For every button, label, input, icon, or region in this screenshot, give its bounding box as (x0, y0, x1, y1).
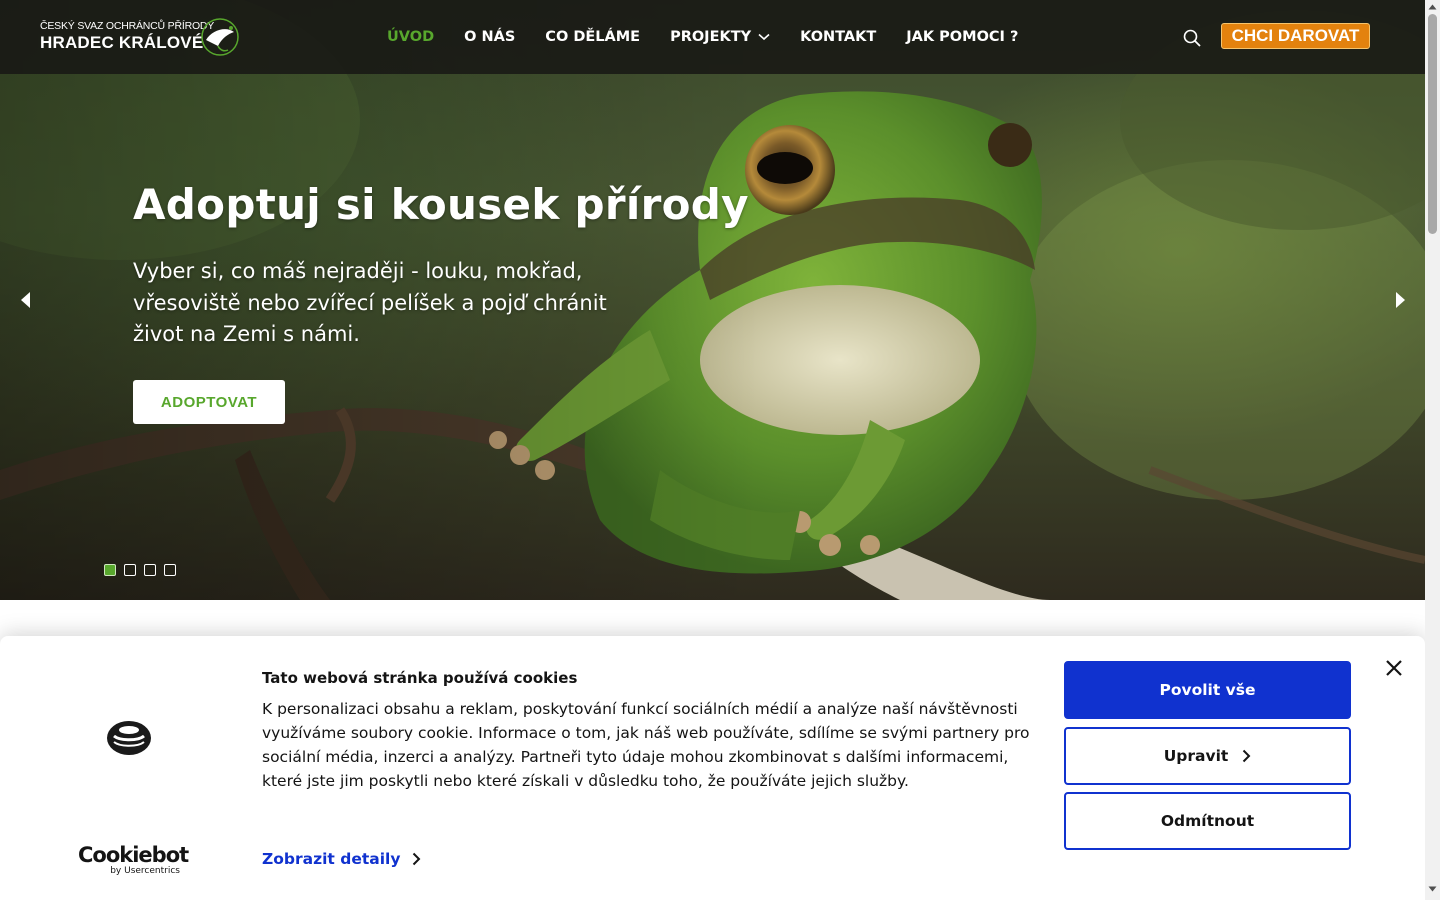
page-scrollbar[interactable] (1425, 0, 1440, 900)
slider-prev-button[interactable] (16, 288, 34, 312)
search-icon (1183, 29, 1201, 47)
cookie-allow-all-label: Povolit vše (1159, 681, 1256, 699)
cookiebot-logo-icon (107, 721, 151, 755)
nav-item-label: CO DĚLÁME (545, 29, 641, 45)
chevron-down-icon (758, 33, 770, 41)
adopt-button[interactable]: ADOPTOVAT (133, 380, 285, 424)
slider-dot-1[interactable] (104, 564, 116, 576)
chevron-right-icon (1243, 749, 1251, 763)
main-nav: ÚVOD O NÁS CO DĚLÁME PROJEKTY KONTAKT JA… (372, 0, 1033, 74)
scroll-up-icon[interactable] (1428, 4, 1437, 10)
chevron-right-icon (413, 852, 421, 866)
hero-text: Vyber si, co máš nejraději - louku, mokř… (133, 259, 607, 346)
cookie-title: Tato webová stránka používá cookies (262, 669, 578, 687)
page: Adoptuj si kousek přírody Vyber si, co m… (0, 0, 1425, 900)
nav-item-label: PROJEKTY (670, 29, 752, 45)
arrow-left-icon (21, 292, 30, 308)
slider-dot-2[interactable] (124, 564, 136, 576)
cookie-close-button[interactable] (1384, 658, 1404, 678)
cookie-allow-all-button[interactable]: Povolit vše (1064, 661, 1351, 719)
logo-line-1: ČESKÝ SVAZ OCHRÁNCŮ PŘÍRODY (40, 20, 215, 32)
nav-item-co-delame[interactable]: CO DĚLÁME (530, 29, 655, 45)
nav-item-uvod[interactable]: ÚVOD (372, 29, 449, 45)
nav-item-label: JAK POMOCI ? (906, 29, 1019, 45)
slider-dot-3[interactable] (144, 564, 156, 576)
nav-item-projekty[interactable]: PROJEKTY (655, 29, 785, 45)
cookie-deny-label: Odmítnout (1160, 812, 1255, 830)
scroll-down-icon[interactable] (1428, 886, 1437, 892)
close-icon (1386, 660, 1402, 676)
nav-item-o-nas[interactable]: O NÁS (449, 29, 530, 45)
cookie-details-label: Zobrazit detaily (262, 850, 401, 868)
cookie-edit-button[interactable]: Upravit (1064, 727, 1351, 785)
search-button[interactable] (1182, 28, 1202, 48)
cookiebot-brand[interactable]: Cookiebot by Usercentrics (78, 843, 189, 876)
cookiebot-brand-sub: by Usercentrics (110, 866, 180, 876)
site-logo[interactable]: ČESKÝ SVAZ OCHRÁNCŮ PŘÍRODY HRADEC KRÁLO… (40, 16, 242, 58)
nav-item-label: ÚVOD (387, 29, 435, 45)
cookie-deny-button[interactable]: Odmítnout (1064, 792, 1351, 850)
cookie-body: K personalizaci obsahu a reklam, poskyto… (262, 700, 1030, 790)
donate-button[interactable]: CHCI DAROVAT (1221, 23, 1370, 49)
slider-dots (104, 564, 176, 576)
nav-item-label: O NÁS (464, 29, 516, 45)
logo-line-2: HRADEC KRÁLOVÉ (40, 33, 204, 52)
nav-item-kontakt[interactable]: KONTAKT (785, 29, 891, 45)
hero-slider: Adoptuj si kousek přírody Vyber si, co m… (0, 0, 1425, 600)
hero-title: Adoptuj si kousek přírody (133, 180, 749, 229)
cookiebot-brand-name: Cookiebot (78, 843, 189, 867)
cookie-edit-label: Upravit (1163, 747, 1229, 765)
cookie-banner: Cookiebot by Usercentrics Tato webová st… (0, 636, 1425, 900)
slider-next-button[interactable] (1392, 288, 1410, 312)
nav-item-jak-pomoci[interactable]: JAK POMOCI ? (891, 29, 1033, 45)
nav-item-label: KONTAKT (800, 29, 877, 45)
slider-dot-4[interactable] (164, 564, 176, 576)
logo-emblem-icon (201, 18, 239, 56)
arrow-right-icon (1396, 292, 1405, 308)
cookie-details-link[interactable]: Zobrazit detaily (262, 850, 421, 868)
scrollbar-thumb[interactable] (1428, 14, 1437, 234)
site-header: ČESKÝ SVAZ OCHRÁNCŮ PŘÍRODY HRADEC KRÁLO… (0, 0, 1425, 74)
